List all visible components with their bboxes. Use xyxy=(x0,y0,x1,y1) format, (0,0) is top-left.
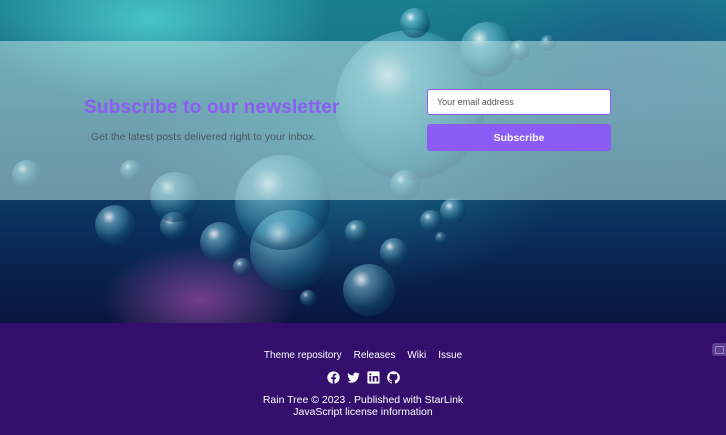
linkedin-icon[interactable] xyxy=(366,371,380,384)
bubble-decoration xyxy=(300,290,316,306)
social-links xyxy=(0,371,726,384)
footer-link-issue[interactable]: Issue xyxy=(438,350,462,361)
site-footer: Theme repository Releases Wiki Issue Rai… xyxy=(0,323,726,435)
copyright-brand: Rain Tree xyxy=(262,394,309,406)
newsletter-title: Subscribe to our newsletter xyxy=(84,97,340,118)
bubble-decoration xyxy=(400,8,430,38)
bubble-decoration xyxy=(420,210,442,232)
side-widget-button[interactable] xyxy=(712,343,726,356)
github-icon[interactable] xyxy=(386,371,400,384)
bubble-decoration xyxy=(380,238,408,266)
footer-link-wiki[interactable]: Wiki xyxy=(407,350,426,361)
footer-nav: Theme repository Releases Wiki Issue xyxy=(0,350,726,361)
newsletter-subtitle: Get the latest posts delivered right to … xyxy=(91,131,317,143)
bubble-decoration xyxy=(345,220,369,244)
bubble-decoration xyxy=(95,205,135,245)
copyright-year: © 2023 . Published with xyxy=(308,394,425,406)
subscribe-button[interactable]: Subscribe xyxy=(427,124,611,151)
platform-link[interactable]: StarLink xyxy=(425,394,464,406)
email-input[interactable] xyxy=(427,89,611,115)
bubble-decoration xyxy=(200,222,240,262)
bubble-decoration xyxy=(233,258,251,276)
license-info: JavaScript license information xyxy=(0,406,726,418)
bubble-decoration xyxy=(343,264,395,316)
twitter-icon[interactable] xyxy=(346,371,360,384)
bubble-decoration xyxy=(435,232,447,244)
bubble-decoration xyxy=(440,198,466,224)
newsletter-section xyxy=(0,41,726,200)
footer-link-theme-repository[interactable]: Theme repository xyxy=(264,350,342,361)
footer-link-releases[interactable]: Releases xyxy=(354,350,396,361)
facebook-icon[interactable] xyxy=(326,371,340,384)
copyright-text: Rain Tree © 2023 . Published with StarLi… xyxy=(0,394,726,406)
license-link[interactable]: JavaScript license information xyxy=(293,406,432,418)
